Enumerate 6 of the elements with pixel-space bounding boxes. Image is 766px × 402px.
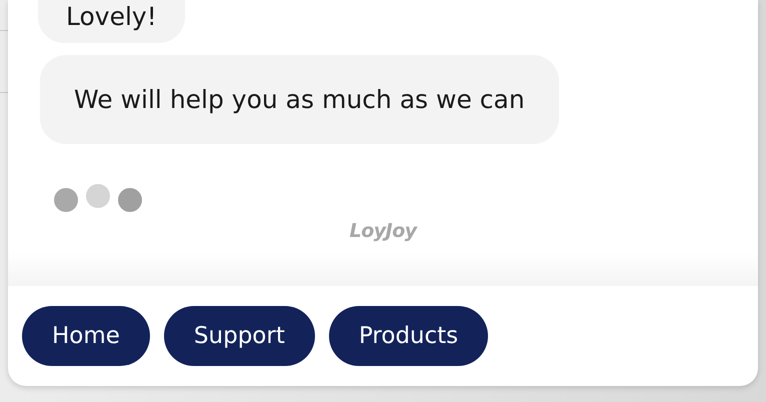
quick-reply-button[interactable]: Support [164,306,315,366]
quick-reply-button[interactable]: Home [22,306,150,366]
chat-bubble: We will help you as much as we can [40,55,559,144]
chat-bubble: Lovely! [38,0,185,43]
quick-reply-button[interactable]: Products [328,306,488,366]
brand-logo: LoyJoy [349,220,417,242]
